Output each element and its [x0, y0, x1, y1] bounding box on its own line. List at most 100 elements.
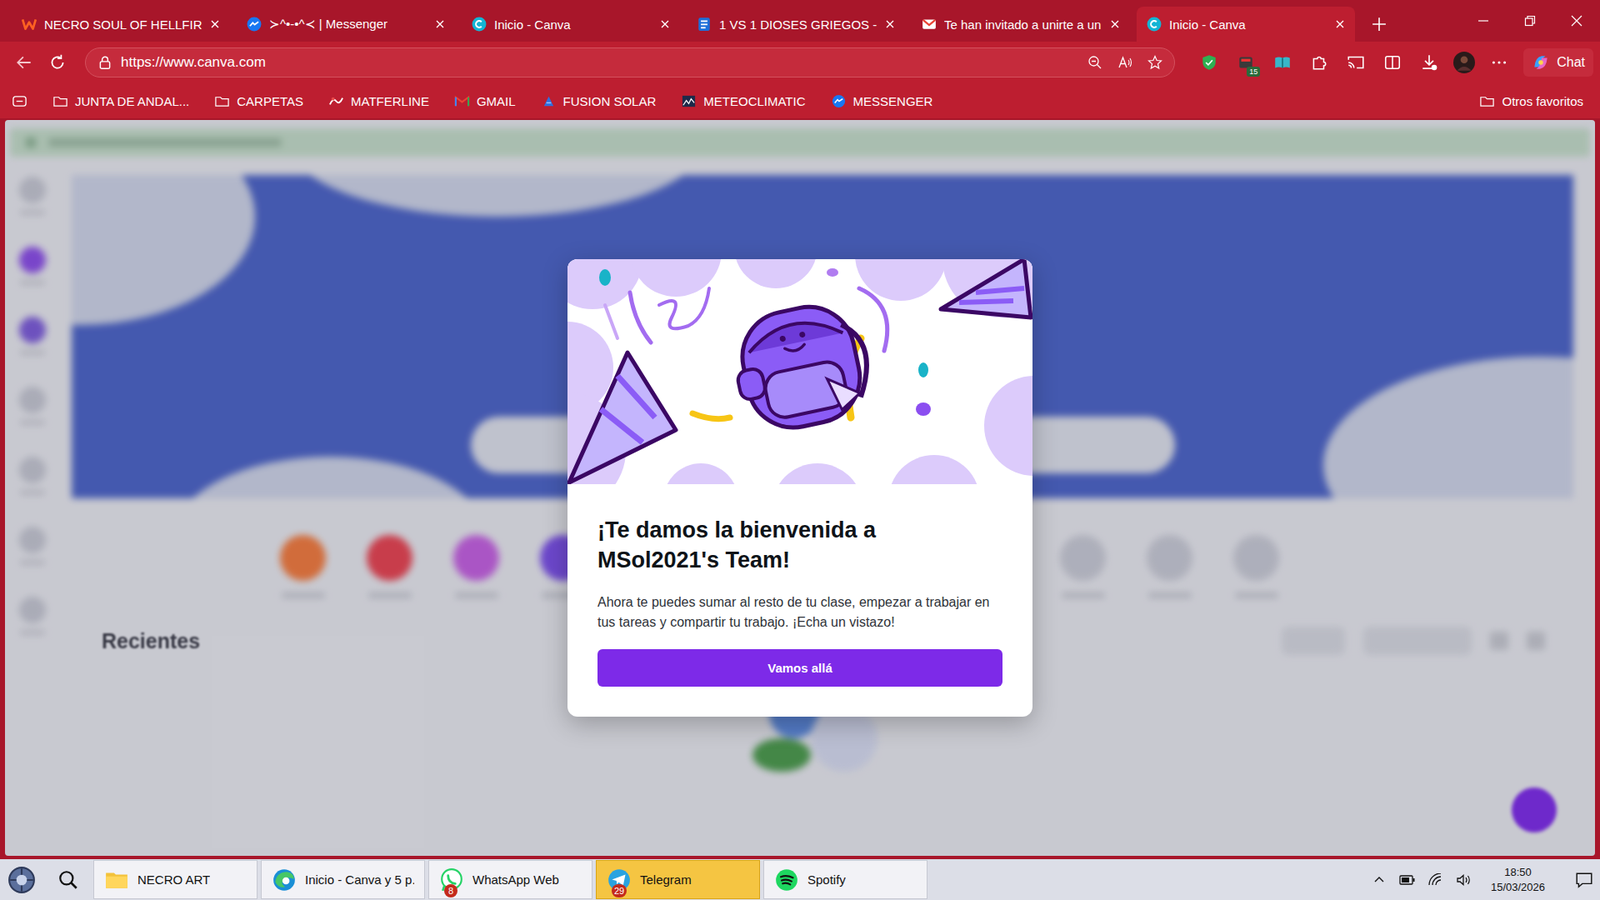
collections-icon[interactable]: [11, 93, 28, 110]
close-icon[interactable]: [435, 19, 445, 30]
close-window-icon[interactable]: [1553, 14, 1600, 28]
favorite-star-icon[interactable]: [1147, 55, 1163, 70]
messenger-icon: [246, 16, 262, 32]
taskbar-app[interactable]: 8 WhatsApp Web: [428, 860, 593, 900]
dialog-message: Ahora te puedes sumar al resto de tu cla…: [597, 592, 1003, 633]
downloads-icon[interactable]: [1416, 53, 1442, 72]
other-bookmarks[interactable]: Otros favoritos: [1479, 93, 1584, 110]
browser-tab[interactable]: Inicio - Canva: [1136, 6, 1355, 42]
bookmark-label: CARPETAS: [236, 94, 304, 109]
folder-icon: [104, 867, 130, 893]
taskbar-app[interactable]: 29 Telegram: [595, 860, 760, 900]
taskbar-app-label: WhatsApp Web: [472, 872, 560, 887]
canva-page: Recientes ¡Te damos la bienvenida a MSol…: [5, 120, 1595, 856]
bookmark[interactable]: FUSION SOLAR: [540, 93, 657, 110]
url-text: https://www.canva.com: [120, 54, 1080, 71]
taskbar-app[interactable]: Inicio - Canva y 5 p...: [260, 860, 425, 900]
restore-icon[interactable]: [1506, 14, 1554, 28]
close-icon[interactable]: [885, 19, 895, 30]
tab-list: NECRO SOUL OF HELLFIRE (@ ≻^•-•^≺ | Mess…: [0, 0, 1387, 42]
bookmark-label: GMAIL: [476, 94, 516, 109]
bookmark-label: JUNTA DE ANDAL...: [75, 94, 190, 109]
battery-icon[interactable]: [1399, 873, 1416, 887]
wifi-icon[interactable]: [1427, 873, 1445, 887]
folder-icon: [1479, 93, 1495, 110]
tab-title: 1 VS 1 DIOSES GRIEGOS - A2 (: [719, 17, 878, 32]
bookmarks-bar: JUNTA DE ANDAL... CARPETAS MATFERLINE GM…: [0, 83, 1600, 119]
app-icon-holder: [774, 867, 800, 893]
edge-icon: [271, 867, 297, 893]
taskbar-app[interactable]: Spotify: [763, 860, 928, 900]
minimize-icon[interactable]: [1460, 14, 1507, 28]
fusion-solar-icon: [540, 93, 557, 110]
volume-icon[interactable]: [1455, 873, 1473, 887]
profile-avatar-icon[interactable]: [1453, 51, 1475, 74]
close-icon[interactable]: [660, 19, 670, 30]
browser-tab[interactable]: ≻^•-•^≺ | Messenger: [236, 6, 455, 42]
more-icon[interactable]: [1486, 53, 1512, 72]
tab-title: Inicio - Canva: [1169, 17, 1328, 32]
search-icon: [57, 869, 80, 891]
tab-title: ≻^•-•^≺ | Messenger: [269, 16, 428, 32]
extensions-puzzle-icon[interactable]: [1306, 53, 1332, 72]
bookmark[interactable]: JUNTA DE ANDAL...: [52, 93, 190, 110]
close-icon[interactable]: [1110, 19, 1120, 30]
messenger-icon: [830, 93, 847, 110]
taskbar-app[interactable]: NECRO ART: [93, 860, 258, 900]
bookmark[interactable]: GMAIL: [454, 93, 516, 110]
screen: NECRO SOUL OF HELLFIRE (@ ≻^•-•^≺ | Mess…: [0, 0, 1600, 900]
folder-icon: [52, 93, 69, 110]
shield-icon[interactable]: [1196, 53, 1222, 72]
taskbar: NECRO ART Inicio - Canva y 5 p... 8 What…: [0, 859, 1600, 900]
taskbar-app-label: Inicio - Canva y 5 p...: [305, 872, 415, 887]
continue-button[interactable]: Vamos allá: [597, 649, 1003, 687]
app-icon-holder: [104, 867, 130, 893]
forms-icon: [696, 16, 712, 32]
window-controls: [1460, 0, 1600, 42]
wattpad-icon: [21, 16, 37, 32]
meteoclimatic-icon: [680, 93, 697, 110]
taskbar-app-label: NECRO ART: [137, 872, 210, 887]
address-bar[interactable]: https://www.canva.com: [85, 47, 1175, 78]
chevron-up-icon[interactable]: [1370, 873, 1388, 887]
tab-title: NECRO SOUL OF HELLFIRE (@: [44, 17, 203, 32]
matferline-icon: [328, 93, 345, 110]
tab-title: Te han invitado a unirte a un c: [944, 17, 1103, 32]
browser-tab[interactable]: Te han invitado a unirte a un c: [911, 6, 1130, 42]
page-frame: Recientes ¡Te damos la bienvenida a MSol…: [0, 118, 1600, 860]
bookmark[interactable]: MESSENGER: [830, 93, 934, 110]
read-aloud-icon[interactable]: [1117, 55, 1133, 70]
refresh-icon[interactable]: [45, 53, 70, 72]
close-icon[interactable]: [210, 19, 220, 30]
cast-icon[interactable]: [1343, 53, 1369, 72]
start-button[interactable]: [0, 859, 44, 900]
bookmark[interactable]: CARPETAS: [214, 93, 304, 110]
notifications-icon[interactable]: [1575, 870, 1594, 890]
bookmark[interactable]: METEOCLIMATIC: [680, 93, 805, 110]
split-screen-icon[interactable]: [1380, 53, 1405, 72]
notification-badge: 29: [611, 884, 627, 898]
celebration-illustration-icon: [567, 259, 1033, 485]
gmail-icon: [454, 93, 470, 110]
back-icon[interactable]: [11, 53, 37, 72]
notification-badge: 8: [444, 884, 458, 898]
new-tab-icon[interactable]: [1371, 16, 1387, 32]
browser-tab[interactable]: Inicio - Canva: [461, 6, 680, 42]
reader-icon[interactable]: [1270, 53, 1295, 72]
gmail-icon: [921, 16, 937, 32]
canva-icon: [1146, 16, 1162, 32]
zoom-out-icon[interactable]: [1087, 55, 1103, 70]
close-icon[interactable]: [1335, 19, 1345, 30]
clock-date: 15/03/2026: [1490, 880, 1545, 895]
search-button[interactable]: [46, 859, 90, 900]
bookmark-label: FUSION SOLAR: [563, 94, 657, 109]
tab-strip: NECRO SOUL OF HELLFIRE (@ ≻^•-•^≺ | Mess…: [0, 0, 1600, 42]
extension-badge: 15: [1246, 66, 1260, 77]
browser-tab[interactable]: NECRO SOUL OF HELLFIRE (@: [11, 6, 230, 42]
spotify-icon: [774, 867, 800, 893]
extension-button[interactable]: 15: [1233, 53, 1259, 72]
browser-tab[interactable]: 1 VS 1 DIOSES GRIEGOS - A2 (: [686, 6, 905, 42]
bookmark[interactable]: MATFERLINE: [328, 93, 430, 110]
clock[interactable]: 18:50 15/03/2026: [1484, 865, 1552, 895]
chat-button[interactable]: Chat: [1523, 48, 1594, 77]
